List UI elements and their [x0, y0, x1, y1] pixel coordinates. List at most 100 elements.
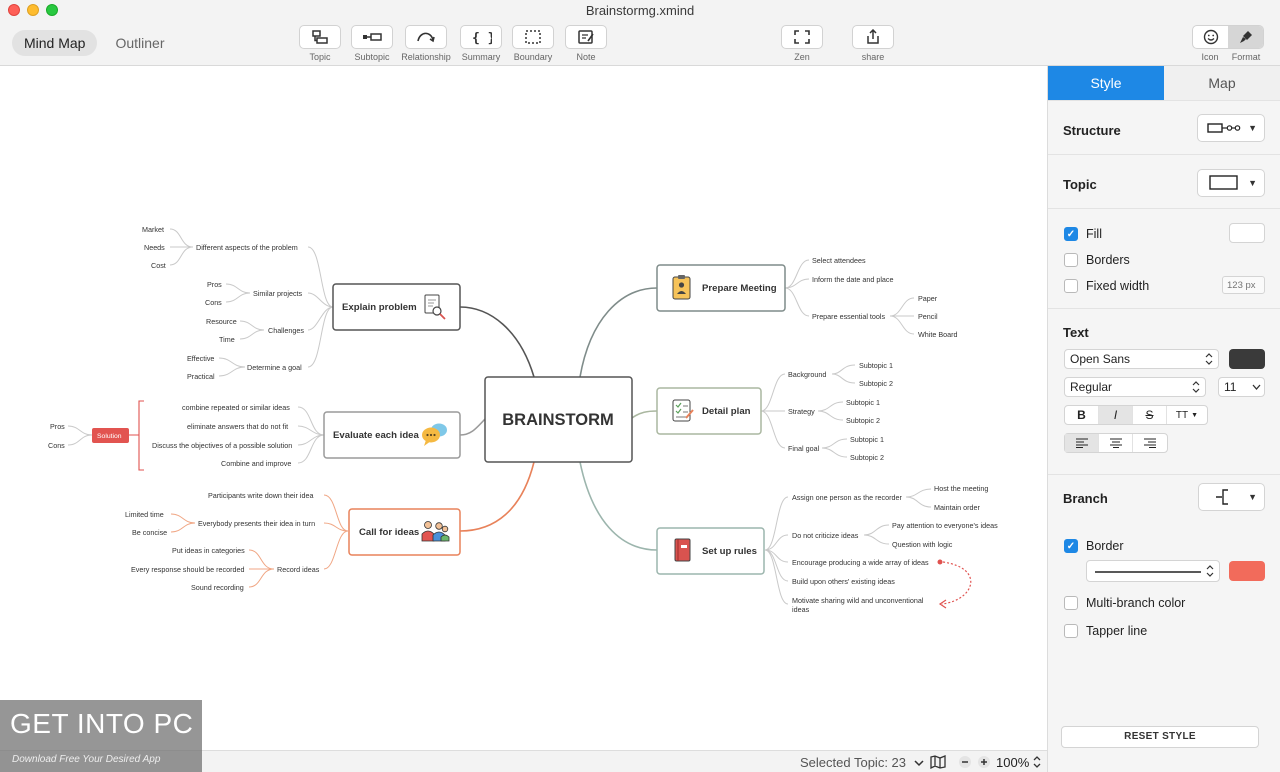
prepare-tool-whiteboard[interactable]: White Board: [918, 330, 958, 339]
topic-set-up-rules[interactable]: Set up rules: [656, 527, 765, 575]
detail-item-background[interactable]: Background: [788, 370, 826, 379]
icon-button[interactable]: [1193, 26, 1228, 48]
detail-subtopic-b2[interactable]: Subtopic 2: [846, 416, 880, 425]
prepare-item-3[interactable]: Prepare essential tools: [812, 312, 886, 321]
detail-subtopic-a1[interactable]: Subtopic 1: [859, 361, 893, 370]
central-topic[interactable]: BRAINSTORM: [484, 376, 633, 463]
rules-leaf-logic[interactable]: Question with logic: [892, 540, 953, 549]
call-item-3[interactable]: Record ideas: [277, 565, 320, 574]
font-size-select[interactable]: 11: [1218, 377, 1265, 397]
tab-style[interactable]: Style: [1048, 66, 1164, 100]
evaluate-item-3[interactable]: Discuss the objectives of a possible sol…: [152, 441, 292, 450]
share-button[interactable]: share: [845, 25, 901, 62]
prepare-item-2[interactable]: Inform the date and place: [812, 275, 894, 284]
tapper-line-option[interactable]: Tapper line: [1064, 624, 1147, 638]
format-button[interactable]: [1228, 26, 1263, 48]
detail-subtopic-a2[interactable]: Subtopic 2: [859, 379, 893, 388]
rules-item-1[interactable]: Assign one person as the recorder: [792, 493, 902, 502]
topic-detail-plan[interactable]: Detail plan: [656, 387, 762, 435]
rules-item-2[interactable]: Do not criticize ideas: [792, 531, 859, 540]
zoom-out-icon[interactable]: [958, 755, 972, 769]
multi-branch-color-checkbox[interactable]: [1064, 596, 1078, 610]
zoom-stepper-icon[interactable]: [1032, 755, 1042, 769]
border-line-style-select[interactable]: [1086, 560, 1220, 582]
fill-color-swatch[interactable]: [1229, 223, 1265, 243]
text-case-button[interactable]: TT ▼: [1167, 406, 1207, 424]
explain-leaf-resource[interactable]: Resource: [206, 317, 237, 326]
explain-leaf-market[interactable]: Market: [142, 225, 164, 234]
call-item-2[interactable]: Everybody presents their idea in turn: [198, 519, 315, 528]
rules-item-5-line2[interactable]: ideas: [792, 605, 810, 614]
detail-item-final-goal[interactable]: Final goal: [788, 444, 820, 453]
zoom-level[interactable]: 100%: [996, 755, 1029, 770]
solution-leaf-pros[interactable]: Pros: [50, 422, 65, 431]
font-weight-select[interactable]: Regular: [1064, 377, 1206, 397]
topic-call-for-ideas[interactable]: Call for ideas: [348, 508, 461, 556]
detail-subtopic-b1[interactable]: Subtopic 1: [846, 398, 880, 407]
explain-leaf-needs[interactable]: Needs: [144, 243, 165, 252]
relationship-button[interactable]: Relationship: [398, 25, 454, 62]
summary-button[interactable]: { } Summary: [453, 25, 509, 62]
summary-solution[interactable]: Solution: [97, 433, 122, 440]
solution-leaf-cons[interactable]: Cons: [48, 441, 65, 450]
prepare-tool-pencil[interactable]: Pencil: [918, 312, 938, 321]
align-right-button[interactable]: [1133, 434, 1167, 452]
borders-option[interactable]: Borders: [1064, 253, 1130, 267]
text-color-swatch[interactable]: [1229, 349, 1265, 369]
call-leaf-be-concise[interactable]: Be concise: [132, 528, 167, 537]
call-leaf-categories[interactable]: Put ideas in categories: [172, 546, 245, 555]
detail-subtopic-c1[interactable]: Subtopic 1: [850, 435, 884, 444]
fill-option[interactable]: ✓ Fill: [1064, 227, 1102, 241]
selected-topic-menu[interactable]: Selected Topic: 23: [800, 755, 924, 770]
topic-evaluate-each-idea[interactable]: Evaluate each idea: [323, 411, 461, 459]
tab-map[interactable]: Map: [1164, 66, 1280, 100]
fixed-width-checkbox[interactable]: [1064, 279, 1078, 293]
call-leaf-limited-time[interactable]: Limited time: [125, 510, 164, 519]
evaluate-item-1[interactable]: combine repeated or similar ideas: [182, 403, 290, 412]
branch-color-swatch[interactable]: [1229, 561, 1265, 581]
topic-explain-problem[interactable]: Explain problem: [332, 283, 461, 331]
subtopic-button[interactable]: Subtopic: [344, 25, 400, 62]
evaluate-item-2[interactable]: eliminate answers that do not fit: [187, 422, 288, 431]
explain-branch-challenges[interactable]: Challenges: [268, 326, 304, 335]
topic-button[interactable]: Topic: [292, 25, 348, 62]
fill-checkbox[interactable]: ✓: [1064, 227, 1078, 241]
font-family-select[interactable]: Open Sans: [1064, 349, 1219, 369]
call-leaf-sound[interactable]: Sound recording: [191, 583, 244, 592]
call-leaf-recorded[interactable]: Every response should be recorded: [131, 565, 244, 574]
fixed-width-input[interactable]: [1222, 276, 1265, 294]
rules-leaf-host[interactable]: Host the meeting: [934, 484, 988, 493]
explain-leaf-cost[interactable]: Cost: [151, 261, 166, 270]
detail-item-strategy[interactable]: Strategy: [788, 407, 815, 416]
topic-prepare-meeting[interactable]: Prepare Meeting: [656, 264, 786, 312]
align-left-button[interactable]: [1065, 434, 1099, 452]
map-overview-icon[interactable]: [930, 755, 946, 769]
rules-leaf-order[interactable]: Maintain order: [934, 503, 981, 512]
zen-button[interactable]: Zen: [774, 25, 830, 62]
rules-item-5-line1[interactable]: Motivate sharing wild and unconventional: [792, 596, 924, 605]
branch-style-dropdown[interactable]: ▼: [1198, 483, 1265, 511]
note-button[interactable]: Note: [558, 25, 614, 62]
explain-leaf-pros[interactable]: Pros: [207, 280, 222, 289]
border-option[interactable]: ✓ Border: [1064, 539, 1124, 553]
mind-map-canvas[interactable]: .lbl { font-family: "Liberation Sans", s…: [0, 66, 1047, 750]
explain-leaf-practical[interactable]: Practical: [187, 372, 215, 381]
italic-button[interactable]: I: [1099, 406, 1133, 424]
explain-branch-aspects[interactable]: Different aspects of the problem: [196, 243, 298, 252]
explain-leaf-time[interactable]: Time: [219, 335, 235, 344]
explain-branch-similar[interactable]: Similar projects: [253, 289, 303, 298]
rules-leaf-attention[interactable]: Pay attention to everyone's ideas: [892, 521, 998, 530]
evaluate-item-4[interactable]: Combine and improve: [221, 459, 291, 468]
rules-item-3[interactable]: Encourage producing a wide array of idea…: [792, 558, 929, 567]
detail-subtopic-c2[interactable]: Subtopic 2: [850, 453, 884, 462]
fixed-width-option[interactable]: Fixed width: [1064, 279, 1149, 293]
rules-item-4[interactable]: Build upon others' existing ideas: [792, 577, 895, 586]
tab-outliner[interactable]: Outliner: [103, 30, 176, 56]
bold-button[interactable]: B: [1065, 406, 1099, 424]
topic-shape-dropdown[interactable]: ▼: [1197, 169, 1265, 197]
borders-checkbox[interactable]: [1064, 253, 1078, 267]
border-checkbox[interactable]: ✓: [1064, 539, 1078, 553]
reset-style-button[interactable]: RESET STYLE: [1061, 726, 1259, 748]
prepare-item-1[interactable]: Select attendees: [812, 256, 866, 265]
structure-dropdown[interactable]: ▼: [1197, 114, 1265, 142]
